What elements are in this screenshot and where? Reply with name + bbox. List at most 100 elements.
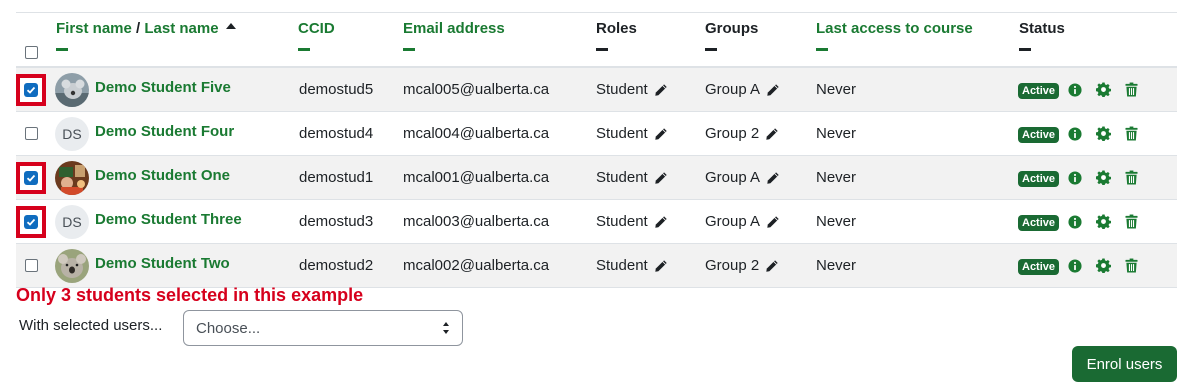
role-value: Student — [596, 257, 648, 274]
checkmark-icon — [26, 217, 36, 227]
last-access-header: Last access to course — [816, 20, 973, 51]
name-cell: Demo Student Five — [55, 68, 231, 111]
table-header: First name / Last name CCID Email addres… — [16, 12, 1177, 68]
role-value: Student — [596, 125, 648, 142]
avatar-initials: DS — [62, 213, 82, 230]
last-access-cell: Never — [816, 125, 857, 142]
sort-email[interactable]: Email address — [403, 20, 505, 37]
edit-groups-pencil-icon[interactable] — [765, 259, 779, 273]
roles-cell: Student — [596, 244, 668, 287]
sort-first-name[interactable]: First name — [56, 20, 132, 37]
bulk-action-selected: Choose... — [196, 319, 261, 337]
edit-groups-pencil-icon[interactable] — [766, 215, 780, 229]
email-cell: mcal004@ualberta.ca — [403, 125, 550, 142]
edit-enrolment-gear-icon[interactable] — [1096, 156, 1111, 199]
status-badge: Active — [1018, 82, 1060, 99]
group-value: Group A — [705, 81, 761, 98]
role-value: Student — [596, 169, 648, 186]
row-checkbox[interactable] — [24, 214, 38, 229]
enrolment-info-icon[interactable] — [1068, 156, 1082, 199]
student-name-link[interactable]: Demo Student Five — [95, 79, 231, 96]
roles-cell: Student — [596, 200, 668, 243]
unenrol-trash-icon[interactable] — [1125, 244, 1138, 287]
edit-enrolment-gear-icon[interactable] — [1096, 68, 1111, 111]
bulk-action-select[interactable]: Choose... — [183, 310, 463, 346]
status-cell: Active — [1018, 156, 1060, 199]
checkbox-cell — [16, 112, 46, 155]
collapse-status-toggle[interactable] — [1019, 48, 1031, 51]
row-checkbox[interactable] — [24, 259, 38, 272]
status-header: Status — [1019, 20, 1065, 51]
unenrol-trash-icon[interactable] — [1125, 200, 1138, 243]
sort-last-name[interactable]: Last name — [144, 20, 218, 37]
email-header: Email address — [403, 20, 505, 51]
group-value: Group 2 — [705, 257, 760, 274]
collapse-roles-toggle[interactable] — [596, 48, 608, 51]
avatar-initials: DS — [62, 125, 82, 142]
table-row: DS Demo Student Four demostud4 mcal004@u… — [16, 112, 1177, 156]
enrolment-info-icon[interactable] — [1068, 244, 1082, 287]
roles-cell: Student — [596, 68, 668, 111]
collapse-last-access-toggle[interactable] — [816, 48, 828, 51]
status-cell: Active — [1018, 200, 1060, 243]
group-value: Group 2 — [705, 125, 760, 142]
row-checkbox[interactable] — [24, 127, 38, 140]
avatar[interactable] — [55, 248, 89, 283]
status-cell: Active — [1018, 68, 1060, 111]
edit-enrolment-gear-icon[interactable] — [1096, 200, 1111, 243]
unenrol-trash-icon[interactable] — [1125, 112, 1138, 155]
edit-groups-pencil-icon[interactable] — [765, 127, 779, 141]
edit-roles-pencil-icon[interactable] — [654, 83, 668, 97]
student-name-link[interactable]: Demo Student One — [95, 167, 230, 184]
status-badge: Active — [1018, 214, 1060, 231]
row-checkbox[interactable] — [24, 82, 38, 97]
group-value: Group A — [705, 213, 761, 230]
name-cell: DS Demo Student Three — [55, 200, 242, 243]
enrolment-info-icon[interactable] — [1068, 112, 1082, 155]
groups-cell: Group 2 — [705, 112, 779, 155]
student-name-link[interactable]: Demo Student Three — [95, 211, 242, 228]
edit-roles-pencil-icon[interactable] — [654, 215, 668, 229]
avatar[interactable]: DS — [55, 116, 89, 151]
collapse-email-toggle[interactable] — [403, 48, 415, 51]
checkbox-cell — [16, 156, 46, 199]
last-access-cell: Never — [816, 257, 857, 274]
groups-cell: Group 2 — [705, 244, 779, 287]
select-all-checkbox[interactable] — [24, 45, 38, 59]
avatar[interactable] — [55, 160, 89, 195]
collapse-groups-toggle[interactable] — [705, 48, 717, 51]
sort-last-access[interactable]: Last access to course — [816, 20, 973, 37]
checkbox-cell — [16, 244, 46, 287]
edit-enrolment-gear-icon[interactable] — [1096, 112, 1111, 155]
edit-roles-pencil-icon[interactable] — [654, 127, 668, 141]
groups-label: Groups — [705, 20, 759, 37]
selection-highlight — [16, 205, 46, 238]
unenrol-trash-icon[interactable] — [1125, 68, 1138, 111]
participants-table: First name / Last name CCID Email addres… — [16, 12, 1177, 288]
edit-roles-pencil-icon[interactable] — [654, 259, 668, 273]
enrol-users-button[interactable]: Enrol users — [1072, 346, 1177, 382]
name-separator: / — [131, 20, 145, 37]
edit-groups-pencil-icon[interactable] — [766, 171, 780, 185]
selection-highlight — [16, 73, 46, 106]
unenrol-trash-icon[interactable] — [1125, 156, 1138, 199]
select-arrows-icon — [442, 321, 450, 339]
status-label: Status — [1019, 20, 1065, 37]
ccid-cell: demostud2 — [299, 257, 374, 274]
table-row: Demo Student Five demostud5 mcal005@ualb… — [16, 68, 1177, 112]
edit-enrolment-gear-icon[interactable] — [1096, 244, 1111, 287]
enrolment-info-icon[interactable] — [1068, 68, 1082, 111]
collapse-ccid-toggle[interactable] — [298, 48, 310, 51]
edit-groups-pencil-icon[interactable] — [766, 83, 780, 97]
avatar[interactable]: DS — [55, 204, 89, 239]
avatar[interactable] — [55, 72, 89, 107]
collapse-name-toggle[interactable] — [56, 48, 68, 51]
edit-roles-pencil-icon[interactable] — [654, 171, 668, 185]
checkmark-icon — [26, 85, 36, 95]
row-checkbox[interactable] — [24, 170, 38, 185]
email-cell: mcal001@ualberta.ca — [403, 169, 550, 186]
sort-ccid[interactable]: CCID — [298, 20, 335, 37]
student-name-link[interactable]: Demo Student Four — [95, 123, 234, 140]
enrolment-info-icon[interactable] — [1068, 200, 1082, 243]
student-name-link[interactable]: Demo Student Two — [95, 255, 230, 272]
